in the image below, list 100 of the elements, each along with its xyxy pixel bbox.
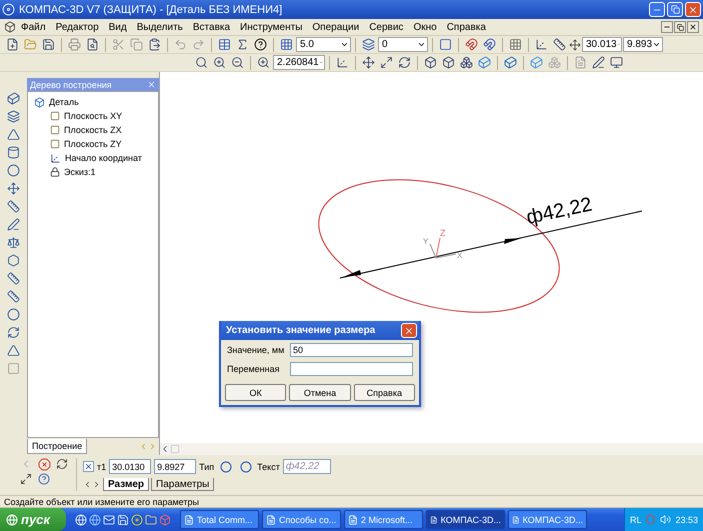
zoom-scale-button[interactable] — [255, 54, 272, 71]
menu-item[interactable]: Редактор — [50, 22, 104, 32]
tree-item[interactable]: Эскиз:1 — [64, 167, 96, 177]
printer-icon — [68, 38, 81, 51]
fit-button[interactable] — [378, 54, 395, 71]
zoom-window-button[interactable] — [193, 54, 210, 71]
display-icon — [610, 56, 623, 69]
assembly-icon — [548, 56, 561, 69]
scale-icon — [7, 236, 20, 249]
help-button[interactable] — [252, 36, 269, 53]
zoom-in-button[interactable] — [211, 54, 228, 71]
rotate-button[interactable] — [5, 324, 22, 341]
scale-combo[interactable]: 2.260841 — [273, 55, 325, 70]
rotate-button[interactable] — [396, 54, 413, 71]
menu-item[interactable]: Вставка — [188, 22, 236, 32]
ruler-button[interactable] — [5, 270, 22, 287]
magnet-button[interactable] — [481, 36, 498, 53]
zoom-out-button[interactable] — [229, 54, 246, 71]
layers-icon — [362, 38, 375, 51]
layer-combo[interactable]: 0 — [378, 37, 428, 52]
x-coordinate-field[interactable]: 30.013 — [582, 37, 622, 52]
circle-button[interactable] — [5, 306, 22, 323]
cylinder-button[interactable] — [5, 144, 22, 161]
hidden-lines-icon — [442, 56, 455, 69]
grid-step-button[interactable] — [278, 36, 295, 53]
cross-icon — [84, 462, 93, 471]
taskbar-button[interactable]: КОМПАС-3D... — [508, 510, 587, 529]
snap-button[interactable] — [437, 36, 454, 53]
taskbar-button[interactable]: КОМПАС-3D... — [426, 510, 505, 529]
circle-icon — [220, 460, 232, 472]
magnet-icon — [483, 38, 496, 51]
dialog-button[interactable]: Отмена — [289, 384, 351, 401]
tree-item[interactable]: Деталь — [49, 97, 79, 107]
menu-item[interactable]: Выделить — [132, 22, 188, 32]
menu-item[interactable]: Окно — [408, 22, 442, 32]
pan-button[interactable] — [360, 54, 377, 71]
perspective-button[interactable] — [502, 54, 519, 71]
tab[interactable]: Параметры — [151, 478, 214, 491]
tree-item[interactable]: Начало координат — [65, 153, 142, 163]
restore-icon — [676, 24, 684, 30]
fit-icon — [380, 56, 393, 69]
pen-button[interactable] — [5, 216, 22, 233]
close-button[interactable] — [687, 21, 699, 33]
taskbar-button[interactable]: 2 Microsoft... — [344, 510, 423, 529]
menu-item[interactable]: Инструменты — [235, 22, 308, 32]
formula-icon — [236, 38, 249, 51]
y-field[interactable]: 9.8927 — [154, 459, 196, 474]
menu-item[interactable]: Вид — [104, 22, 132, 32]
triangle-button[interactable] — [5, 126, 22, 143]
drawing-canvas[interactable]: ф42,22 Y Z X Установить значение размера Значение, мм 50 Переменная ОК Отмена Справка — [160, 72, 703, 443]
menu-item[interactable]: Операции — [307, 22, 364, 32]
close-icon — [689, 23, 697, 31]
magnet-button[interactable] — [463, 36, 480, 53]
triangle-button[interactable] — [5, 342, 22, 359]
menu-item[interactable]: Справка — [442, 22, 491, 32]
restore-icon — [670, 5, 680, 14]
y-coordinate-field[interactable]: 9.893 — [623, 37, 663, 52]
tree-item[interactable]: Плоскость ZY — [64, 139, 122, 149]
scroll-bar[interactable] — [160, 443, 703, 455]
dialog-button[interactable]: ОК — [225, 384, 286, 401]
hidden-lines-button[interactable] — [440, 54, 457, 71]
minimize-button[interactable] — [661, 21, 673, 33]
ruler-button[interactable] — [5, 288, 22, 305]
taskbar-button[interactable]: Способы со... — [262, 510, 341, 529]
taskbar-button[interactable]: Total Comm... — [180, 510, 259, 529]
tab[interactable]: Размер — [103, 478, 150, 491]
pen-icon — [7, 218, 20, 231]
move-button[interactable] — [5, 180, 22, 197]
input-field[interactable] — [290, 362, 413, 376]
table-icon — [218, 38, 231, 51]
wireframe-button[interactable] — [422, 54, 439, 71]
grid-button[interactable] — [507, 36, 524, 53]
app-logo-icon — [2, 3, 15, 16]
restore-button[interactable] — [674, 21, 686, 33]
report-icon — [574, 56, 587, 69]
display-button[interactable] — [608, 54, 625, 71]
thin-lines-button[interactable] — [458, 54, 475, 71]
orientation-icon — [336, 56, 349, 69]
save-button[interactable] — [40, 36, 57, 53]
menu-item[interactable]: Сервис — [364, 22, 408, 32]
ruler-button[interactable] — [5, 198, 22, 215]
table-button[interactable] — [216, 36, 233, 53]
edit-button[interactable] — [590, 54, 607, 71]
cube-button[interactable] — [5, 90, 22, 107]
x-field[interactable]: 30.0130 — [109, 459, 152, 474]
input-field[interactable]: 50 — [290, 343, 413, 357]
circle-button[interactable] — [5, 162, 22, 179]
lock-icon — [50, 167, 60, 177]
layers-button[interactable] — [5, 108, 22, 125]
layers-button[interactable] — [360, 36, 377, 53]
tree-item[interactable]: Плоскость ZX — [64, 125, 122, 135]
menu-item[interactable]: Файл — [16, 22, 51, 32]
dialog-button[interactable]: Справка — [354, 384, 415, 401]
hexagon-button[interactable] — [5, 252, 22, 269]
start-button[interactable]: пуск — [0, 508, 66, 531]
step-combo[interactable]: 5.0 — [296, 37, 351, 52]
point-checkbox[interactable] — [83, 461, 94, 472]
tree-item[interactable]: Плоскость XY — [64, 111, 122, 121]
panel-tab[interactable]: Построение — [27, 439, 88, 454]
ruler-button[interactable] — [551, 36, 568, 53]
